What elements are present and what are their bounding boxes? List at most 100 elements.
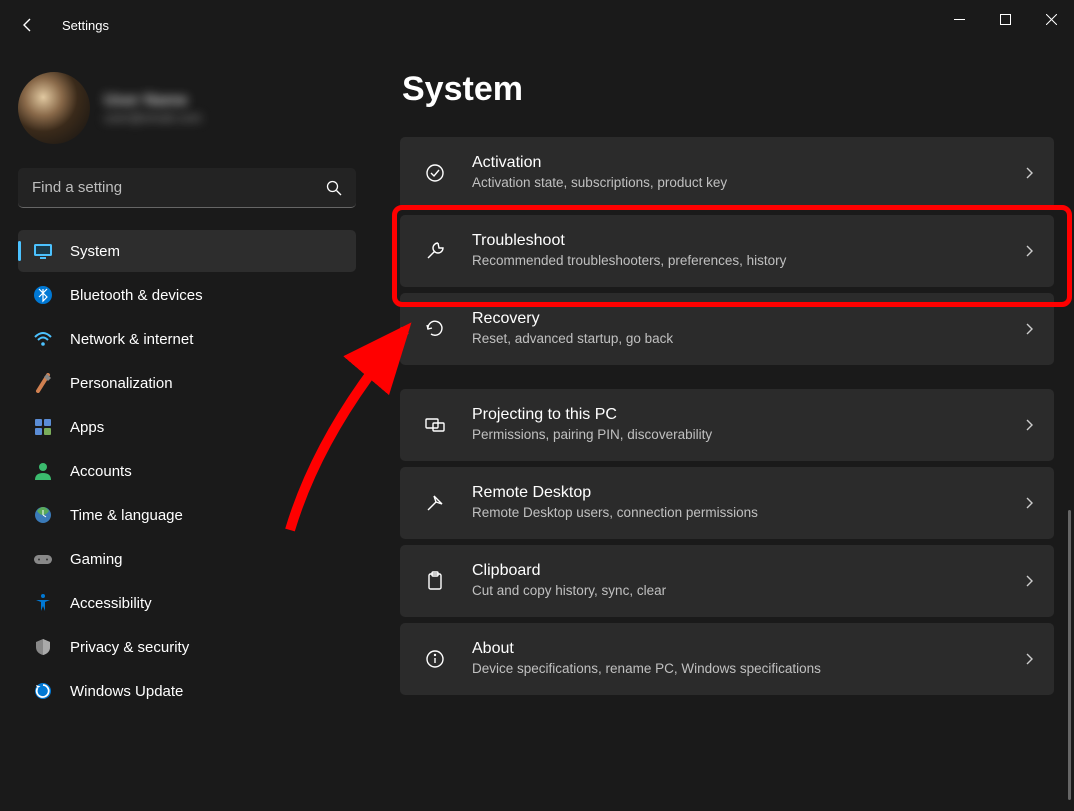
gaming-icon [32,548,54,570]
nav-item-bluetooth[interactable]: Bluetooth & devices [18,274,356,316]
search-input[interactable] [18,168,356,208]
minimize-icon [954,14,965,25]
card-title: Projecting to this PC [472,406,998,424]
nav-item-apps[interactable]: Apps [18,406,356,448]
bluetooth-icon [32,284,54,306]
user-info: User Name user@email.com [104,92,202,125]
card-clipboard[interactable]: Clipboard Cut and copy history, sync, cl… [400,545,1054,617]
nav-item-personalization[interactable]: Personalization [18,362,356,404]
chevron-right-icon [1022,418,1036,432]
avatar [18,72,90,144]
card-about[interactable]: About Device specifications, rename PC, … [400,623,1054,695]
card-title: Troubleshoot [472,232,998,250]
nav-item-label: Gaming [70,551,123,568]
card-recovery[interactable]: Recovery Reset, advanced startup, go bac… [400,293,1054,365]
chevron-right-icon [1022,244,1036,258]
activation-icon [422,160,448,186]
close-icon [1046,14,1057,25]
window-title: Settings [62,18,109,33]
nav-item-time[interactable]: Time & language [18,494,356,536]
card-title: Activation [472,154,998,172]
nav-item-label: Apps [70,419,104,436]
system-icon [32,240,54,262]
nav-item-label: Network & internet [70,331,193,348]
nav-item-label: Windows Update [70,683,183,700]
chevron-right-icon [1022,496,1036,510]
content-area: System Activation Activation state, subs… [370,50,1074,811]
card-text: Clipboard Cut and copy history, sync, cl… [472,562,998,600]
projecting-icon [422,412,448,438]
nav-item-accessibility[interactable]: Accessibility [18,582,356,624]
chevron-right-icon [1022,166,1036,180]
card-subtitle: Device specifications, rename PC, Window… [472,660,998,678]
nav-item-accounts[interactable]: Accounts [18,450,356,492]
page-title: System [402,70,1054,109]
card-subtitle: Cut and copy history, sync, clear [472,582,998,600]
settings-cards: Activation Activation state, subscriptio… [400,137,1054,695]
user-name: User Name [104,92,202,110]
card-title: About [472,640,998,658]
nav-item-privacy[interactable]: Privacy & security [18,626,356,668]
nav-item-label: System [70,243,120,260]
card-text: Remote Desktop Remote Desktop users, con… [472,484,998,522]
arrow-left-icon [19,16,37,34]
nav-item-label: Time & language [70,507,183,524]
maximize-icon [1000,14,1011,25]
card-subtitle: Remote Desktop users, connection permiss… [472,504,998,522]
user-profile[interactable]: User Name user@email.com [18,72,356,144]
nav-item-system[interactable]: System [18,230,356,272]
privacy-icon [32,636,54,658]
maximize-button[interactable] [982,0,1028,38]
card-activation[interactable]: Activation Activation state, subscriptio… [400,137,1054,209]
card-title: Remote Desktop [472,484,998,502]
nav-item-label: Privacy & security [70,639,189,656]
remote-icon [422,490,448,516]
card-projecting[interactable]: Projecting to this PC Permissions, pairi… [400,389,1054,461]
card-remote[interactable]: Remote Desktop Remote Desktop users, con… [400,467,1054,539]
chevron-right-icon [1022,322,1036,336]
search-box[interactable] [18,168,356,208]
nav-item-label: Bluetooth & devices [70,287,203,304]
search-icon [326,180,342,196]
window-controls [936,0,1074,38]
nav-item-label: Accessibility [70,595,152,612]
update-icon [32,680,54,702]
clipboard-icon [422,568,448,594]
card-text: About Device specifications, rename PC, … [472,640,998,678]
card-text: Recovery Reset, advanced startup, go bac… [472,310,998,348]
sidebar: User Name user@email.com System Bluetooth… [0,50,370,811]
minimize-button[interactable] [936,0,982,38]
nav-item-network[interactable]: Network & internet [18,318,356,360]
card-title: Recovery [472,310,998,328]
network-icon [32,328,54,350]
card-text: Troubleshoot Recommended troubleshooters… [472,232,998,270]
scrollbar[interactable] [1068,510,1071,800]
chevron-right-icon [1022,574,1036,588]
close-button[interactable] [1028,0,1074,38]
accounts-icon [32,460,54,482]
nav-item-label: Personalization [70,375,173,392]
back-button[interactable] [8,5,48,45]
nav-item-update[interactable]: Windows Update [18,670,356,712]
card-text: Projecting to this PC Permissions, pairi… [472,406,998,444]
recovery-icon [422,316,448,342]
about-icon [422,646,448,672]
card-title: Clipboard [472,562,998,580]
card-troubleshoot[interactable]: Troubleshoot Recommended troubleshooters… [400,215,1054,287]
personalization-icon [32,372,54,394]
apps-icon [32,416,54,438]
nav-item-gaming[interactable]: Gaming [18,538,356,580]
nav-list: System Bluetooth & devices Network & inter… [18,230,356,712]
nav-item-label: Accounts [70,463,132,480]
card-text: Activation Activation state, subscriptio… [472,154,998,192]
card-subtitle: Activation state, subscriptions, product… [472,174,998,192]
troubleshoot-icon [422,238,448,264]
card-subtitle: Permissions, pairing PIN, discoverabilit… [472,426,998,444]
time-icon [32,504,54,526]
user-email: user@email.com [104,110,202,125]
title-bar: Settings [0,0,1074,50]
card-subtitle: Recommended troubleshooters, preferences… [472,252,998,270]
card-subtitle: Reset, advanced startup, go back [472,330,998,348]
chevron-right-icon [1022,652,1036,666]
accessibility-icon [32,592,54,614]
